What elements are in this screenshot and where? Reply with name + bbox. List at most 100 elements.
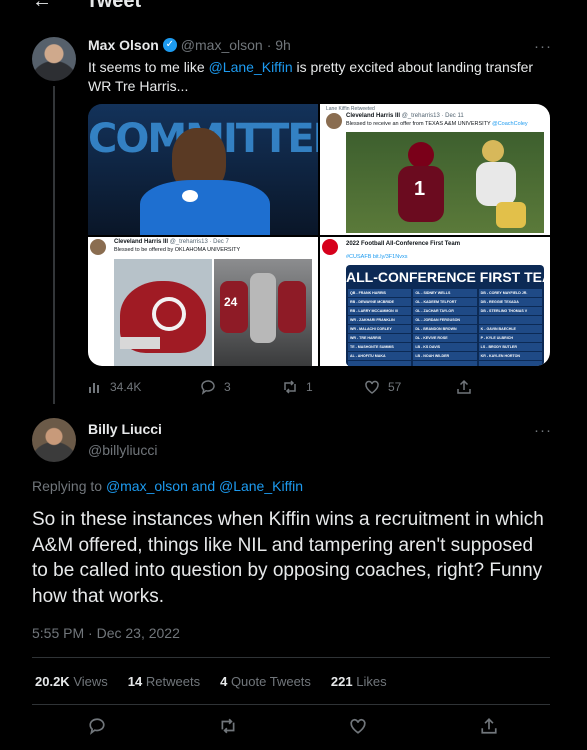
player-cell: OL - JORDAN FERGUSON — [413, 316, 477, 324]
like-action[interactable]: 57 — [364, 379, 456, 395]
reply-tweet-actions — [88, 717, 498, 735]
divider — [32, 657, 550, 658]
player-cell: DB - REGGIE TEXADA — [478, 298, 542, 306]
reply-icon[interactable] — [88, 717, 106, 735]
player-cell: DB - COREY MAYFIELD JR. — [478, 289, 542, 297]
players-grid: QB - FRANK HARRIS OL - SIDNEY WELLS DB - C… — [348, 289, 542, 366]
reply-author-handle-wrap: @billyliucci — [88, 442, 157, 460]
more-options-icon[interactable]: ··· — [534, 38, 552, 55]
replying-to-label: Replying to — [32, 478, 106, 494]
player-cell: TE - MASHONTE SUMMIS — [348, 343, 412, 351]
player-cell — [478, 316, 542, 324]
helmet-photo — [114, 259, 212, 366]
player-cell: WR - MALACHI CORLEY — [348, 325, 412, 333]
mini-text: Blessed to receive an offer from TEXAS A… — [346, 121, 491, 127]
views-stat[interactable]: 20.2K Views — [35, 674, 108, 689]
player-cell: OL - SIDNEY WELLS — [413, 289, 477, 297]
engagement-stats: 20.2K Views 14 Retweets 4 Quote Tweets 2… — [35, 674, 387, 689]
tweet-actions: 34.4K 3 1 57 — [88, 379, 472, 395]
player-cell: WR - TRE HARRIS — [348, 334, 412, 342]
mini-text: Blessed to be offered by OKLAHOMA UNIVER… — [114, 247, 241, 253]
retweets-count: 14 — [127, 674, 143, 689]
share-icon[interactable] — [480, 717, 498, 735]
media-image-tamu-offer[interactable]: Lane Kiffin Retweeted Cleveland Harris I… — [320, 104, 550, 235]
player-cell — [413, 361, 477, 366]
avatar[interactable] — [32, 418, 76, 462]
mini-link: bit.ly/3F1Nvxs — [372, 254, 408, 260]
mini-hashtag: #CUSAFB — [346, 254, 372, 260]
author-name[interactable]: Max Olson — [88, 37, 159, 53]
heart-icon — [365, 380, 379, 394]
like-count: 57 — [388, 380, 402, 394]
player-cell: LB - NOAH WILDER — [413, 352, 477, 360]
reply-tweet-text: So in these instances when Kiffin wins a… — [32, 509, 544, 607]
retweets-stat[interactable]: 14 Retweets — [128, 674, 200, 689]
mention-link[interactable]: @Lane_Kiffin — [209, 59, 293, 75]
mini-text: 2022 Football All-Conference First Team — [346, 241, 461, 247]
player-cell: DL - BRANDON BROWN — [413, 325, 477, 333]
mini-handle: @_treharris13 · Dec 11 — [401, 113, 464, 119]
player-cell: DB - STERLING THOMAS V — [478, 307, 542, 315]
author-handle[interactable]: @billyliucci — [88, 442, 157, 458]
tweet-timestamp[interactable]: 5:55 PM · Dec 23, 2022 — [32, 625, 180, 641]
mini-mention: @CoachColey — [492, 121, 528, 127]
reply-icon — [201, 380, 215, 395]
avatar[interactable] — [32, 37, 76, 81]
football-photo: 1 — [346, 132, 544, 233]
heart-icon[interactable] — [349, 717, 367, 735]
mini-avatar — [326, 113, 342, 129]
mini-avatar — [90, 239, 106, 255]
likes-label: Likes — [356, 674, 387, 689]
player-cell: P - KYLE ULBRICH — [478, 334, 542, 342]
player-cell: OL - ZACHAR TAYLOR — [413, 307, 477, 315]
likes-stat[interactable]: 221 Likes — [331, 674, 387, 689]
retweet-action[interactable]: 1 — [282, 379, 364, 395]
banner-title: ALL-CONFERENCE FIRST TEAM — [346, 269, 550, 285]
media-image-all-conference[interactable]: 2022 Football All-Conference First Team … — [320, 237, 550, 366]
retweet-icon[interactable] — [219, 717, 237, 735]
player-cell: WR - ZAKHARI FRANKLIN — [348, 316, 412, 324]
top-bar: ← Tweet — [0, 0, 587, 14]
author-name[interactable]: Billy Liucci — [88, 421, 162, 437]
quote-tweets-stat[interactable]: 4 Quote Tweets — [220, 674, 311, 689]
views-count: 20.2K — [35, 674, 70, 689]
views-action[interactable]: 34.4K — [88, 380, 200, 394]
share-action[interactable] — [456, 379, 472, 395]
player-cell: QB - FRANK HARRIS — [348, 289, 412, 297]
back-arrow-icon[interactable]: ← — [32, 0, 52, 13]
replying-to: Replying to @max_olson and @Lane_Kiffin — [32, 478, 303, 494]
player-cell: RB - LARRY MCCAMMON III — [348, 307, 412, 315]
retweet-label: Lane Kiffin Retweeted — [326, 106, 375, 112]
quote-tweets-count: 4 — [220, 674, 228, 689]
player-cell: AL - AHOFITU MAKA — [348, 352, 412, 360]
media-grid: COMMITTED Lane Kiffin Retweeted Clevelan… — [88, 104, 550, 366]
reply-author-name-wrap: Billy Liucci — [88, 421, 162, 439]
replying-to-users[interactable]: @max_olson and @Lane_Kiffin — [106, 478, 303, 494]
mini-handle: @_treharris13 · Dec 7 — [169, 239, 229, 245]
reply-count: 3 — [224, 380, 231, 394]
mini-name: Cleveland Harris III — [114, 239, 169, 245]
views-label: Views — [73, 674, 108, 689]
page-title: Tweet — [86, 0, 142, 12]
author-handle[interactable]: @max_olson — [181, 37, 263, 53]
tweet-time[interactable]: · 9h — [267, 37, 291, 53]
more-options-icon[interactable]: ··· — [534, 422, 552, 439]
quote-tweets-label: Quote Tweets — [230, 674, 311, 689]
divider — [32, 704, 550, 705]
tweet-text-part: It seems to me like — [88, 59, 209, 75]
player-cell: KR - KAYLEN HORTON — [478, 352, 542, 360]
media-image-committed[interactable]: COMMITTED — [88, 104, 318, 235]
player-cell: RB - DEWAYNE MCBRIDE — [348, 298, 412, 306]
media-image-ou-offer[interactable]: Cleveland Harris III @_treharris13 · Dec… — [88, 237, 318, 366]
share-icon — [457, 379, 471, 394]
all-conference-graphic: ALL-CONFERENCE FIRST TEAM QB - FRANK HAR… — [346, 265, 550, 366]
retweet-count: 1 — [306, 380, 313, 394]
tweet-text: It seems to me like @Lane_Kiffin is pret… — [88, 58, 548, 96]
tweet-author-row: Max Olson ✓ @max_olson · 9h — [88, 37, 291, 53]
verified-badge-icon: ✓ — [162, 38, 177, 52]
player-cell: DL - KEVIVE ROSE — [413, 334, 477, 342]
reply-action[interactable]: 3 — [200, 379, 282, 395]
likes-count: 221 — [330, 674, 353, 689]
retweets-label: Retweets — [145, 674, 201, 689]
player-cell — [348, 361, 412, 366]
